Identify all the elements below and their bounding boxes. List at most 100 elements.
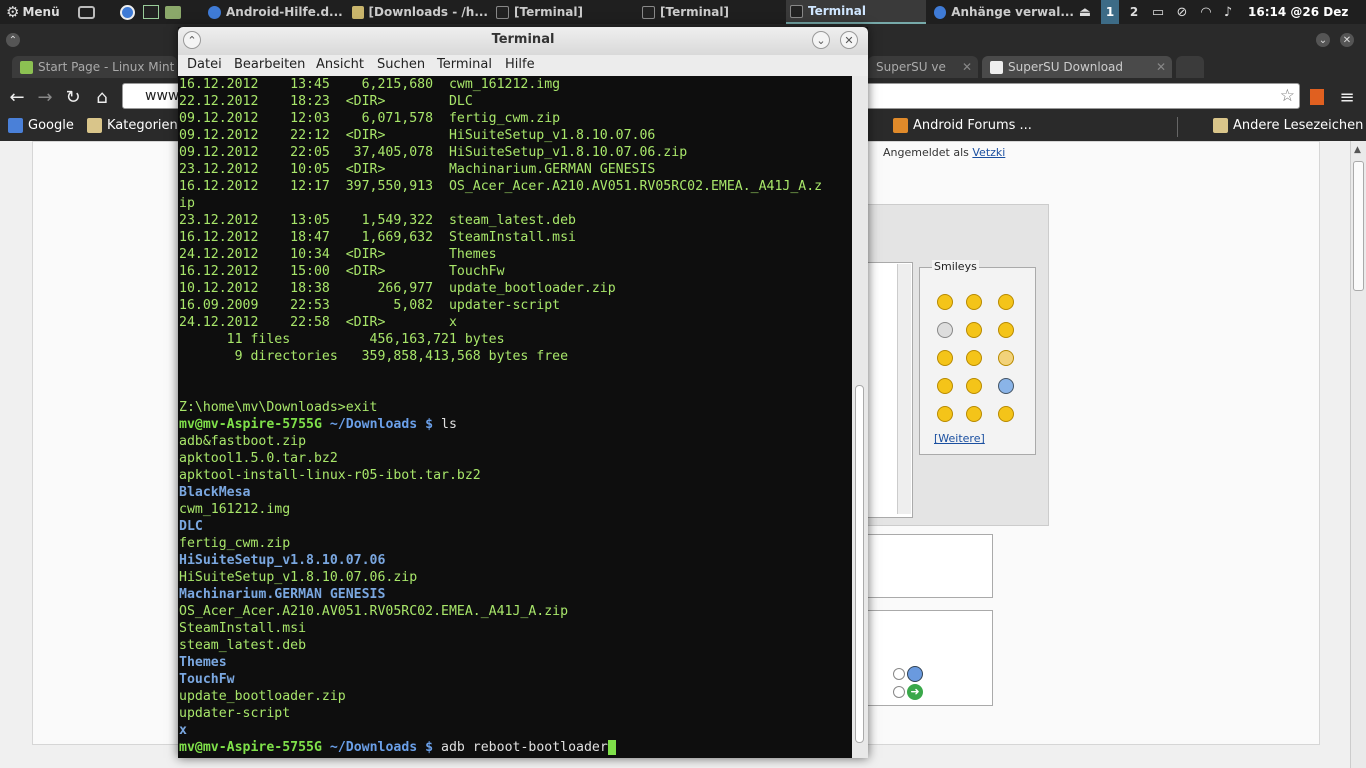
terminal-line: 22.12.2012 18:23 <DIR> DLC (179, 94, 473, 109)
taskbar-item[interactable]: [Downloads - /h... (352, 0, 488, 24)
terminal-scrollbar-thumb[interactable] (855, 385, 864, 743)
reload-icon[interactable]: ↻ (62, 86, 84, 108)
smiley-icon[interactable] (998, 294, 1014, 310)
menu-bearbeiten[interactable]: Bearbeiten (234, 57, 305, 72)
menu-button[interactable]: ⚙ Menü (6, 0, 68, 24)
close-tab-icon[interactable]: ✕ (962, 60, 972, 74)
smiley-icon[interactable] (966, 294, 982, 310)
taskbar-item[interactable]: Anhänge verwal... (934, 0, 1074, 24)
wifi-icon[interactable]: ◠ (1198, 0, 1214, 24)
smiley-icon[interactable] (937, 294, 953, 310)
smiley-icon[interactable] (998, 350, 1014, 366)
taskbar-item-active[interactable]: Terminal (786, 0, 926, 24)
username-link[interactable]: Vetzki (972, 146, 1005, 159)
files-launcher-icon[interactable] (165, 0, 185, 24)
taskbar-item-label: [Downloads - /h... (368, 5, 488, 19)
top-panel: ⚙ Menü Android-Hilfe.d... [Downloads - /… (0, 0, 1366, 24)
smiley-icon[interactable] (966, 322, 982, 338)
taskbar-item[interactable]: [Terminal] (496, 0, 636, 24)
taskbar-item[interactable]: [Terminal] (642, 0, 782, 24)
terminal-scrollbar[interactable] (852, 76, 868, 758)
close-icon[interactable]: ✕ (1340, 33, 1354, 47)
chevron-down-icon[interactable]: ⌄ (1316, 33, 1330, 47)
bookmark-label: Kategorien (107, 118, 178, 133)
back-icon[interactable]: ← (6, 86, 28, 108)
terminal-window: Terminal ⌃ ⌄ ✕ Datei Bearbeiten Ansicht … (178, 27, 868, 758)
home-icon[interactable]: ⌂ (91, 86, 113, 108)
page-scrollbar[interactable]: ▲ (1350, 141, 1366, 768)
forward-icon[interactable]: → (34, 86, 56, 108)
chevron-up-icon[interactable]: ⌃ (6, 33, 20, 47)
text-cursor (607, 739, 616, 755)
chrome-launcher-icon[interactable] (120, 0, 140, 24)
new-tab-button[interactable] (1176, 56, 1204, 78)
chevron-down-icon[interactable]: ⌄ (812, 31, 830, 49)
browser-tab[interactable]: Start Page - Linux Mint (12, 56, 177, 78)
smiley-icon[interactable] (966, 378, 982, 394)
smiley-icon[interactable] (937, 322, 953, 338)
smiley-icon[interactable] (998, 322, 1014, 338)
star-icon[interactable]: ☆ (1280, 86, 1295, 106)
arrow-right-icon: ➜ (907, 684, 923, 700)
smiley-icon[interactable] (966, 350, 982, 366)
browser-menu-icon[interactable]: ≡ (1336, 86, 1358, 108)
display-icon[interactable]: ▭ (1150, 0, 1166, 24)
menu-hilfe[interactable]: Hilfe (505, 57, 535, 72)
menu-suchen[interactable]: Suchen (377, 57, 425, 72)
smiley-icon[interactable] (937, 406, 953, 422)
menu-datei[interactable]: Datei (187, 57, 222, 72)
folder-icon (87, 118, 102, 133)
terminal-title: Terminal (491, 32, 555, 47)
prompt-command: ls (441, 417, 457, 432)
smiley-icon[interactable] (937, 378, 953, 394)
post-icon-radio[interactable] (893, 668, 905, 680)
ls-file-entry: OS_Acer_Acer.A210.AV051.RV05RC02.EMEA._A… (179, 604, 569, 619)
bookmark-kategorien[interactable]: Kategorien (87, 118, 178, 133)
terminal-line: 09.12.2012 22:12 <DIR> HiSuiteSetup_v1.8… (179, 128, 656, 143)
clock[interactable]: 16:14 @26 Dez (1248, 0, 1366, 24)
browser-tab[interactable]: SuperSU ve ✕ (868, 56, 978, 78)
terminal-output[interactable]: 16.12.2012 13:45 6,215,680 cwm_161212.im… (178, 76, 852, 758)
bookmark-andere[interactable]: Andere Lesezeichen (1213, 118, 1363, 133)
textarea-scrollbar[interactable] (897, 264, 911, 514)
menu-terminal[interactable]: Terminal (437, 57, 492, 72)
smiley-icon[interactable] (937, 350, 953, 366)
more-smileys-link[interactable]: [Weitere] (934, 432, 985, 445)
terminal-line: 16.12.2012 18:47 1,669,632 SteamInstall.… (179, 230, 576, 245)
ls-directory-entry: HiSuiteSetup_v1.8.10.07.06 (179, 553, 386, 568)
ls-directory-entry: DLC (179, 519, 203, 534)
post-icon-radio[interactable] (893, 686, 905, 698)
ls-file-entry: adb&fastboot.zip (179, 434, 307, 449)
extension-icon[interactable] (1306, 86, 1328, 108)
terminal-titlebar[interactable]: Terminal ⌃ ⌄ ✕ (178, 27, 868, 55)
folder-icon (352, 5, 364, 19)
scroll-up-icon[interactable]: ▲ (1354, 145, 1361, 155)
bookmark-label: Android Forums ... (913, 118, 1032, 133)
taskbar-item[interactable]: Android-Hilfe.d... (208, 0, 348, 24)
terminal-line: 23.12.2012 13:05 1,549,322 steam_latest.… (179, 213, 576, 228)
terminal-icon (642, 5, 655, 19)
terminal-launcher-icon[interactable] (143, 0, 163, 24)
smileys-title: Smileys (932, 260, 979, 273)
bookmark-google[interactable]: Google (8, 118, 74, 133)
terminal-line: 9 directories 359,858,413,568 bytes free (179, 349, 569, 364)
browser-tab-label: SuperSU ve (876, 60, 946, 74)
smiley-icon[interactable] (998, 406, 1014, 422)
volume-icon[interactable]: ♪ (1220, 0, 1236, 24)
menu-ansicht[interactable]: Ansicht (316, 57, 364, 72)
browser-tab[interactable]: SuperSU Download ✕ (982, 56, 1172, 78)
chevron-up-icon[interactable]: ⌃ (183, 31, 201, 49)
close-tab-icon[interactable]: ✕ (1156, 60, 1166, 74)
network-off-icon[interactable]: ⊘ (1174, 0, 1190, 24)
bookmark-android-forums[interactable]: Android Forums ... (893, 118, 1032, 133)
smiley-icon[interactable] (966, 406, 982, 422)
workspace-1[interactable]: 1 (1101, 0, 1119, 24)
login-status: Angemeldet als Vetzki (883, 146, 1005, 159)
workspace-2[interactable]: 2 (1125, 0, 1143, 24)
close-icon[interactable]: ✕ (840, 31, 858, 49)
smiley-icon[interactable] (998, 378, 1014, 394)
scrollbar-thumb[interactable] (1353, 161, 1364, 291)
terminal-menubar: Datei Bearbeiten Ansicht Suchen Terminal… (178, 55, 868, 76)
camera-launcher-icon[interactable] (78, 0, 98, 24)
eject-icon[interactable]: ⏏ (1077, 0, 1093, 24)
